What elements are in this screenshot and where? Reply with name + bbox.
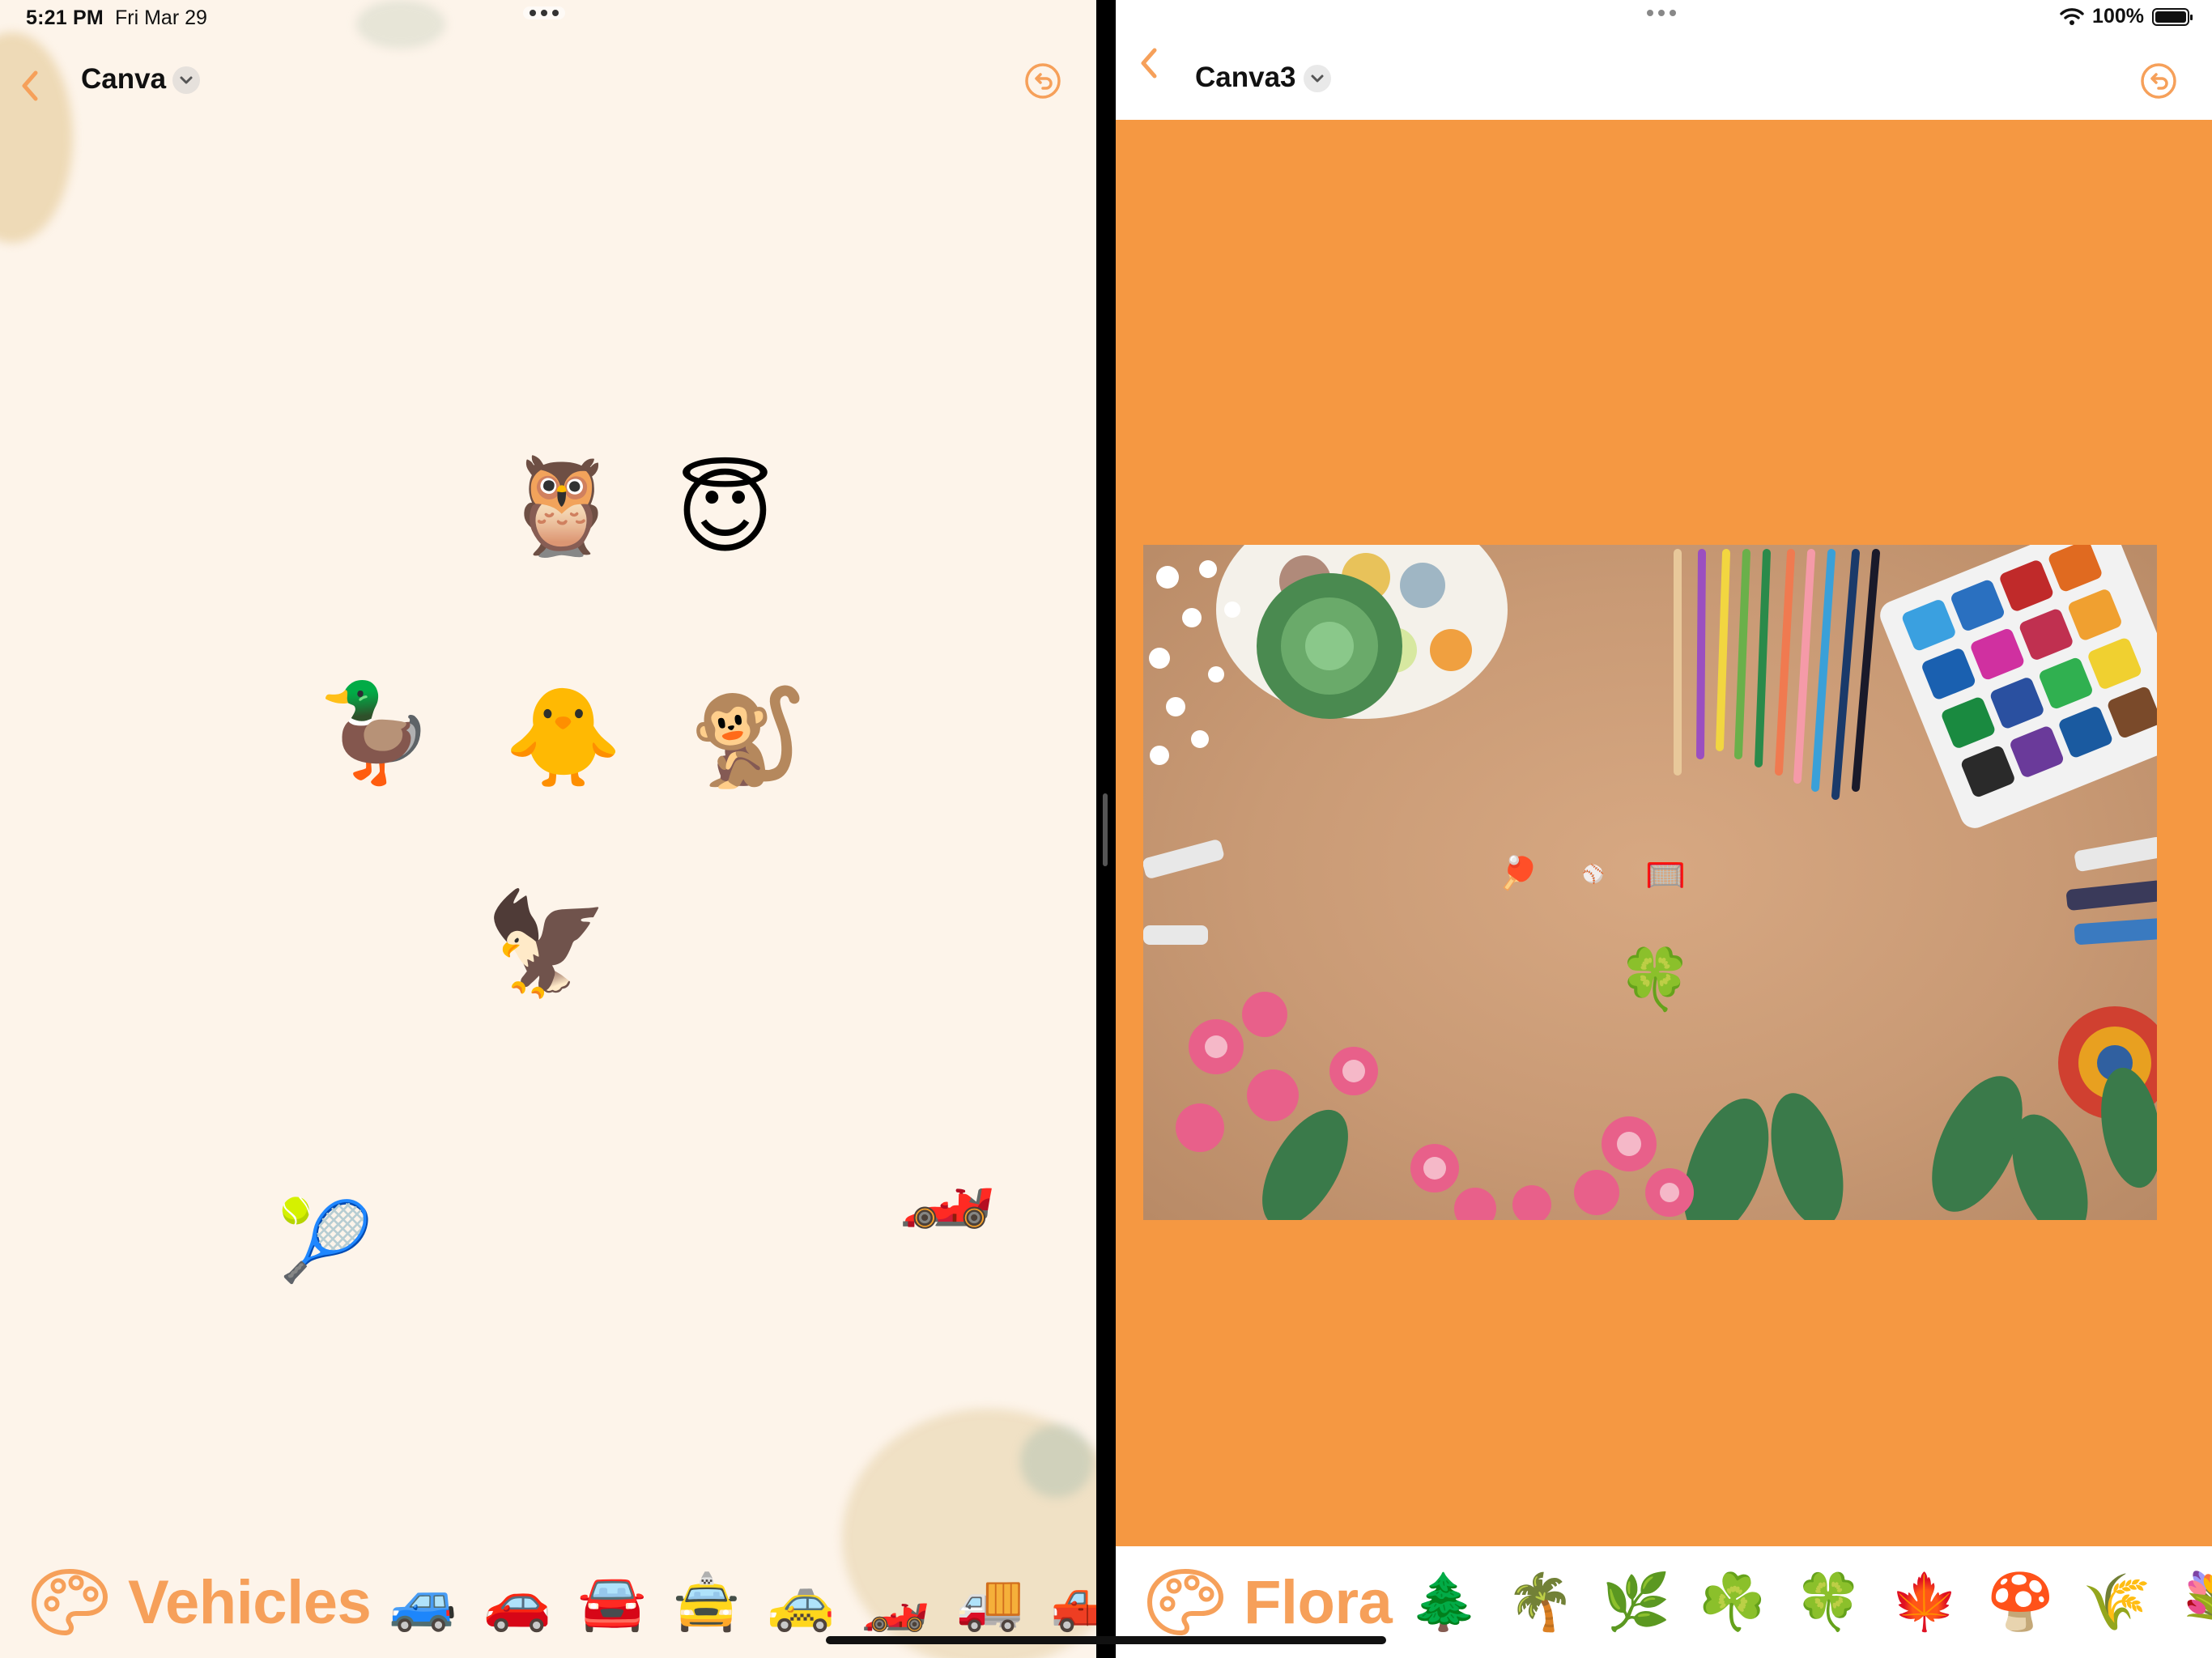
status-time: 5:21 PM [26,6,104,29]
title-menu-button[interactable] [1304,65,1331,92]
category-label[interactable]: Flora [1244,1567,1393,1638]
battery-percentage: 100% [2092,5,2144,28]
sticker-ping-pong[interactable]: 🏓 [1498,857,1538,890]
emoji-option[interactable]: 🏎️ [861,1575,930,1630]
page-title: Canva3 [1195,62,1296,93]
sticker-eagle[interactable]: 🦅 [484,894,609,994]
emoji-option[interactable]: 🚖 [672,1575,741,1630]
palette-button[interactable] [29,1567,110,1638]
right-canvas-pane: 100% Canva3 🏓 ⚾ 🥅 🍀 Flora 🌲 🌴 🌿 ☘️ 🍀 🍁 🍄… [1116,0,2212,1658]
emoji-option[interactable]: 🍀 [1794,1575,1863,1630]
emoji-list: 🚙 🚗 🚘 🚖 🚕 🏎️ 🚚 🛻 [389,1575,1096,1630]
sticker-monkey[interactable]: 🐒 [688,690,807,785]
emoji-option[interactable]: 🚗 [483,1575,552,1630]
status-indicators: 100% [2060,5,2193,28]
left-canvas-pane: 5:21 PM Fri Mar 29 Canva 🦉 😇 🦆 🐥 🐒 🦅 🏎️ … [0,0,1096,1658]
multitasking-menu[interactable] [1640,6,1682,19]
back-button[interactable] [1130,40,1171,86]
sticker-goal-net[interactable]: 🥅 [1645,859,1686,891]
sticker-owl[interactable]: 🦉 [502,458,621,554]
watercolor-decoration [356,0,445,49]
undo-button[interactable] [2139,62,2178,100]
background-photo[interactable]: 🏓 ⚾ 🥅 🍀 [1143,545,2157,1220]
sticker-smiling-face-with-halo[interactable]: 😇 [676,465,774,559]
chevron-left-icon [22,70,38,101]
emoji-option[interactable]: 🚙 [389,1575,457,1630]
left-nav-bar: Canva [0,49,1096,117]
emoji-option[interactable]: 🌾 [2082,1575,2151,1630]
title-menu-button[interactable] [172,66,200,94]
split-view-divider-handle[interactable] [1103,793,1108,866]
emoji-option[interactable]: 🌲 [1410,1575,1478,1630]
palette-icon [32,1569,108,1635]
palette-button[interactable] [1145,1567,1226,1638]
emoji-option[interactable]: 🌴 [1506,1575,1575,1630]
emoji-option[interactable]: ☘️ [1698,1575,1767,1630]
emoji-option[interactable]: 🌿 [1602,1575,1671,1630]
sticker-tennis-ball[interactable]: 🎾 [277,1203,374,1281]
home-indicator[interactable] [826,1636,1386,1644]
canvas-background[interactable]: 🏓 ⚾ 🥅 🍀 [1116,120,2212,1546]
battery-icon [2152,7,2193,26]
emoji-option[interactable]: 🚚 [955,1575,1024,1630]
emoji-option[interactable]: 🛻 [1050,1575,1096,1630]
emoji-option[interactable]: 🚘 [578,1575,647,1630]
sticker-racing-car[interactable]: 🏎️ [899,1148,996,1226]
emoji-option[interactable]: 💐 [2179,1575,2212,1630]
palette-icon [1147,1569,1223,1635]
emoji-option[interactable]: 🚕 [767,1575,836,1630]
right-nav-bar: Canva3 [1116,29,2212,120]
multitasking-menu[interactable] [523,6,565,19]
undo-icon [2141,63,2176,99]
emoji-option[interactable]: 🍁 [1891,1575,1959,1630]
sticker-baby-chick[interactable]: 🐥 [504,690,623,785]
status-date: Fri Mar 29 [115,6,207,29]
sticker-duck[interactable]: 🦆 [316,685,435,780]
chevron-down-icon [180,76,193,84]
page-title: Canva [81,63,167,95]
back-button[interactable] [11,63,52,108]
emoji-option[interactable]: 🍄 [1986,1575,2055,1630]
category-label[interactable]: Vehicles [128,1567,372,1638]
chevron-down-icon [1311,74,1324,83]
chevron-left-icon [1141,48,1157,79]
undo-icon [1025,63,1061,99]
wifi-icon [2060,7,2084,25]
undo-button[interactable] [1023,62,1062,100]
watercolor-decoration [1020,1425,1093,1498]
emoji-list: 🌲 🌴 🌿 ☘️ 🍀 🍁 🍄 🌾 💐 [1410,1575,2212,1630]
sticker-baseball[interactable]: ⚾ [1582,865,1604,883]
sticker-four-leaf-clover[interactable]: 🍀 [1618,950,1692,1010]
